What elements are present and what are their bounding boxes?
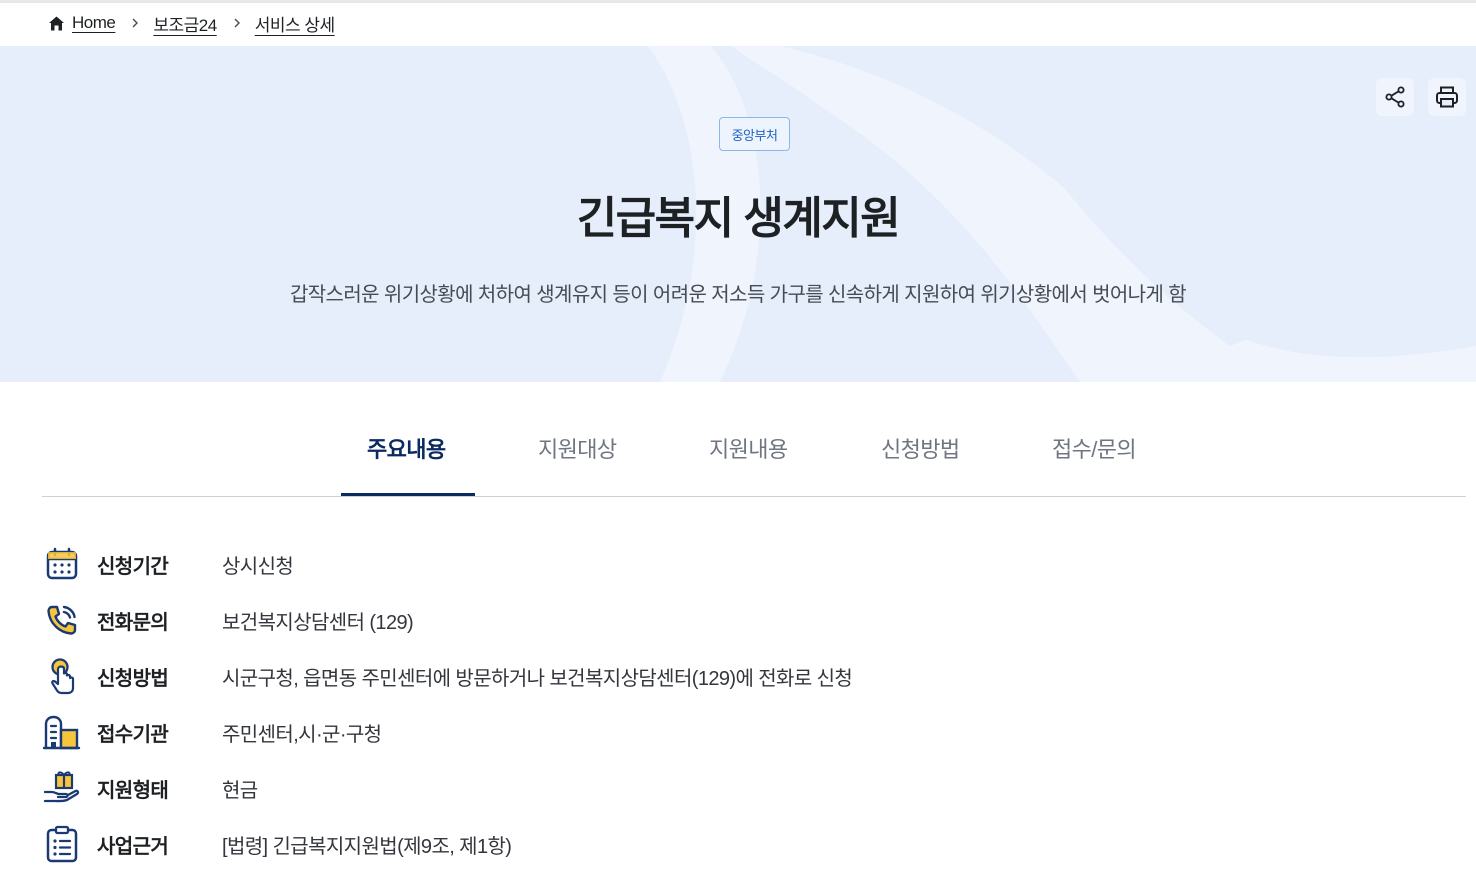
- info-label: 접수기관: [97, 723, 169, 746]
- tab-eligibility[interactable]: 지원대상: [538, 432, 617, 464]
- info-label: 신청방법: [97, 667, 169, 690]
- tab-support-content[interactable]: 지원내용: [709, 432, 788, 464]
- breadcrumb-current[interactable]: 서비스 상세: [255, 11, 335, 36]
- list-item: 지원형태 현금: [42, 766, 1242, 810]
- clipboard-list-icon: [42, 824, 82, 864]
- tab-application-method[interactable]: 신청방법: [881, 432, 960, 464]
- info-value: 보건복지상담센터 (129): [222, 611, 414, 634]
- list-item: 신청방법 시군구청, 읍면동 주민센터에 방문하거나 보건복지상담센터(129)…: [42, 654, 1242, 698]
- hero-actions: [1376, 78, 1466, 116]
- share-button[interactable]: [1376, 78, 1414, 116]
- print-button[interactable]: [1428, 78, 1466, 116]
- page-title: 긴급복지 생계지원: [576, 194, 901, 243]
- gift-hand-icon: [42, 768, 82, 808]
- chevron-right-icon: [129, 17, 141, 29]
- list-item: 사업근거 [법령] 긴급복지지원법(제9조, 제1항): [42, 822, 1242, 866]
- tab-reception-inquiry[interactable]: 접수/문의: [1052, 432, 1137, 464]
- service-description: 갑작스러운 위기상황에 처하여 생계유지 등이 어려운 저소득 가구를 신속하게…: [289, 284, 1187, 306]
- breadcrumb-subsidy-link[interactable]: 보조금24: [153, 11, 217, 36]
- info-value: 현금: [222, 779, 258, 802]
- info-value: [법령] 긴급복지지원법(제9조, 제1항): [222, 835, 512, 858]
- info-label: 신청기간: [97, 555, 169, 578]
- list-item: 전화문의 보건복지상담센터 (129): [42, 598, 1242, 642]
- service-hero: 중앙부처 긴급복지 생계지원 갑작스러운 위기상황에 처하여 생계유지 등이 어…: [0, 46, 1476, 382]
- active-tab-indicator: [341, 493, 475, 496]
- detail-tabs: 주요내용 지원대상 지원내용 신청방법 접수/문의: [42, 406, 1466, 497]
- breadcrumb-home-link[interactable]: Home: [72, 13, 116, 33]
- info-label: 지원형태: [97, 779, 169, 802]
- info-value: 주민센터,시·군·구청: [222, 723, 382, 746]
- phone-icon: [42, 600, 82, 640]
- building-icon: [42, 712, 82, 752]
- home-icon: [48, 15, 65, 32]
- hand-pointer-icon: [42, 656, 82, 696]
- category-badge: 중앙부처: [719, 117, 790, 151]
- info-value: 시군구청, 읍면동 주민센터에 방문하거나 보건복지상담센터(129)에 전화로…: [222, 667, 853, 690]
- calendar-icon: [42, 544, 82, 584]
- share-icon: [1385, 86, 1405, 108]
- tab-main-content[interactable]: 주요내용: [367, 432, 446, 464]
- chevron-right-icon: [231, 17, 243, 29]
- info-label: 전화문의: [97, 611, 169, 634]
- list-item: 신청기간 상시신청: [42, 542, 1242, 586]
- print-icon: [1436, 86, 1458, 108]
- list-item: 접수기관 주민센터,시·군·구청: [42, 710, 1242, 754]
- info-label: 사업근거: [97, 835, 169, 858]
- top-border: [0, 0, 1476, 3]
- info-value: 상시신청: [222, 555, 294, 578]
- breadcrumb: Home 보조금24 서비스 상세: [48, 10, 335, 36]
